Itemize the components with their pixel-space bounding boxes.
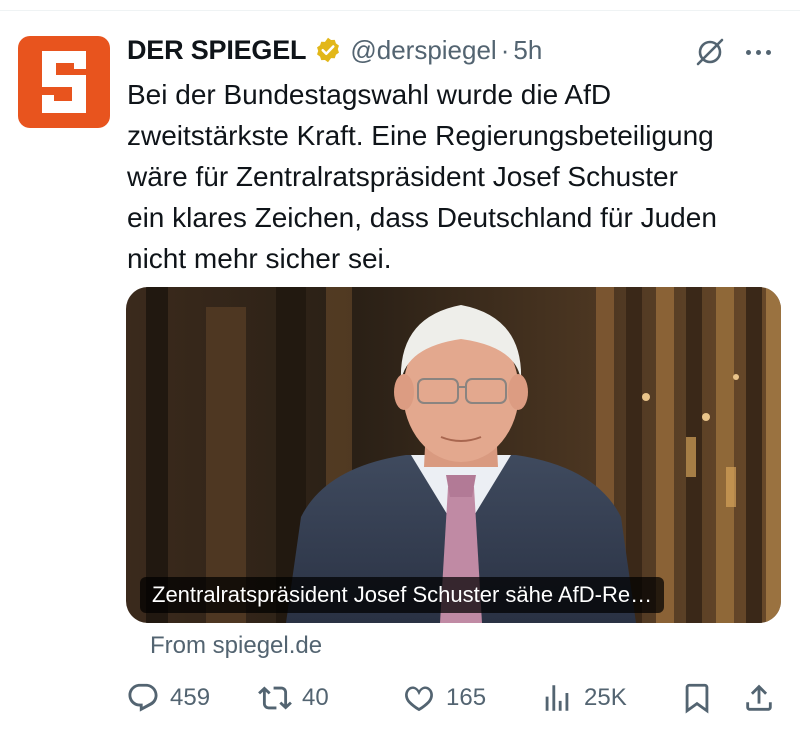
handle[interactable]: @derspiegel: [350, 35, 496, 66]
link-card-caption: Zentralratspräsident Josef Schuster sähe…: [140, 577, 665, 613]
like-count: 165: [446, 684, 487, 711]
more-icon[interactable]: [746, 44, 778, 60]
post-header: DER SPIEGEL @derspiegel · 5h: [127, 32, 542, 68]
bookmark-icon: [685, 683, 709, 714]
reply-count: 459: [170, 684, 211, 711]
post-text-line: Bei der Bundestagswahl wurde die AfD: [127, 79, 612, 110]
reply-button[interactable]: 459: [126, 676, 210, 720]
action-bar: 459 40 165 25K: [126, 676, 780, 720]
repost-button[interactable]: 40: [258, 676, 329, 720]
display-name[interactable]: DER SPIEGEL: [127, 35, 307, 66]
post-text-line: wäre für Zentralratspräsident Josef Schu…: [127, 161, 678, 192]
bookmark-button[interactable]: [680, 676, 714, 720]
views-icon: [545, 685, 569, 711]
spiegel-logo-icon: [42, 51, 86, 113]
repost-icon: [258, 686, 292, 710]
post-text: Bei der Bundestagswahl wurde die AfD zwe…: [127, 74, 787, 279]
repost-count: 40: [302, 684, 329, 711]
post-text-line: ein klares Zeichen, dass Deutschland für…: [127, 202, 717, 233]
link-source[interactable]: From spiegel.de: [150, 632, 322, 660]
like-icon: [405, 686, 433, 712]
share-button[interactable]: [742, 676, 776, 720]
avatar[interactable]: [18, 36, 110, 128]
link-card-image[interactable]: Zentralratspräsident Josef Schuster sähe…: [126, 287, 781, 623]
post-text-line: nicht mehr sicher sei.: [127, 243, 392, 274]
timestamp[interactable]: 5h: [513, 35, 542, 66]
share-icon: [746, 684, 772, 711]
reply-icon: [128, 683, 158, 712]
like-button[interactable]: 165: [402, 676, 486, 720]
grok-icon[interactable]: [694, 36, 726, 68]
views-count: 25K: [584, 684, 627, 711]
portrait-photo: [126, 287, 781, 623]
verified-badge-icon[interactable]: [314, 36, 342, 64]
post-text-line: zweitstärkste Kraft. Eine Regierungsbete…: [127, 120, 714, 151]
top-divider: [0, 10, 800, 11]
separator-dot: ·: [500, 34, 510, 65]
views-button[interactable]: 25K: [540, 676, 627, 720]
